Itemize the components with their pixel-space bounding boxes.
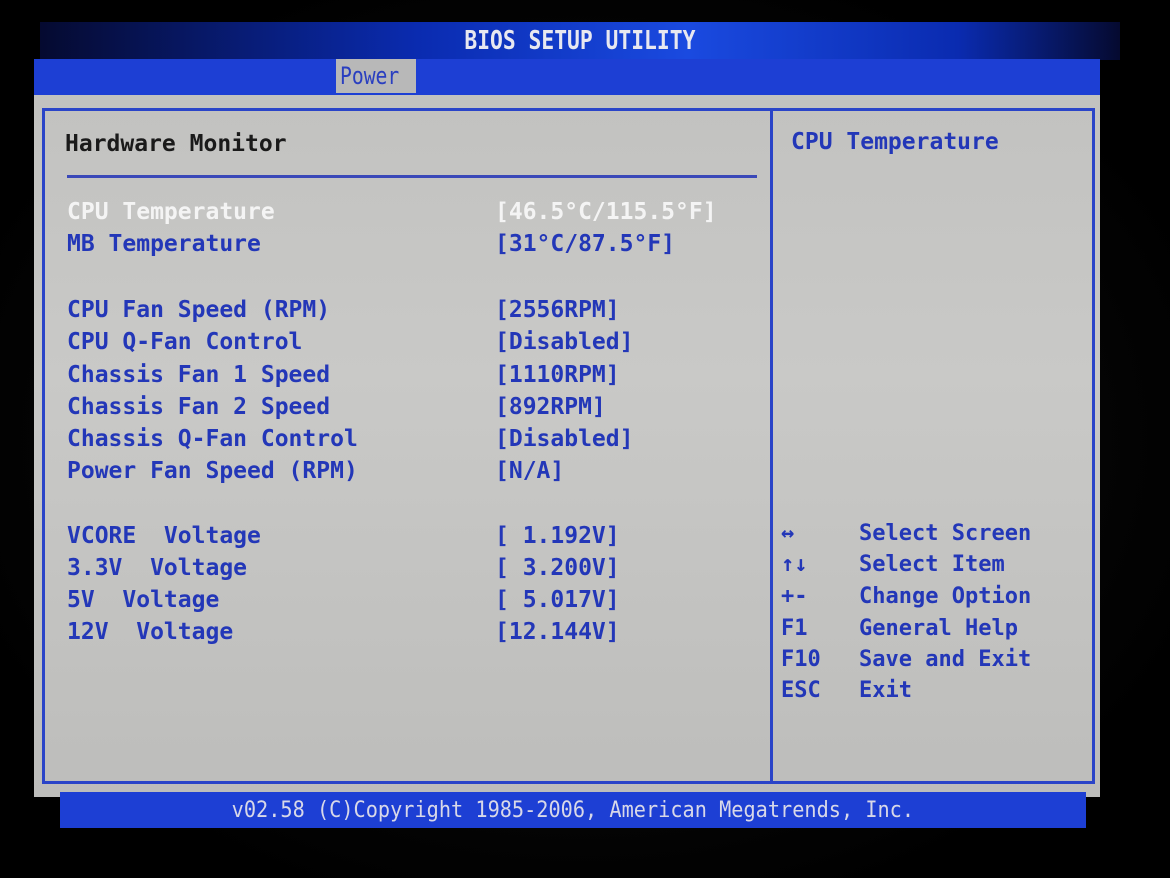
- setting-label: Chassis Q-Fan Control: [67, 426, 358, 452]
- key-hint-desc: Select Screen: [859, 521, 1032, 546]
- key-hint-desc: Change Option: [859, 584, 1032, 609]
- setting-row-chassis-fan-1-speed[interactable]: Chassis Fan 1 Speed [1110RPM]: [45, 362, 765, 394]
- menu-bar: Power: [34, 59, 1100, 95]
- setting-row-3v3-voltage[interactable]: 3.3V Voltage [ 3.200V]: [45, 555, 765, 587]
- key-esc: ESC: [781, 678, 821, 703]
- setting-label: Chassis Fan 1 Speed: [67, 362, 331, 388]
- help-panel: CPU Temperature ↔ Select Screen ↑↓ Selec…: [770, 108, 1095, 784]
- section-divider: [67, 175, 757, 178]
- setting-row-5v-voltage[interactable]: 5V Voltage [ 5.017V]: [45, 587, 765, 619]
- setting-row-vcore-voltage[interactable]: VCORE Voltage [ 1.192V]: [45, 523, 765, 555]
- setting-value: [2556RPM]: [495, 297, 620, 323]
- setting-value: [ 1.192V]: [495, 523, 620, 549]
- help-title: CPU Temperature: [791, 129, 999, 155]
- title-bar: BIOS SETUP UTILITY: [40, 22, 1120, 60]
- app-title: BIOS SETUP UTILITY: [464, 26, 696, 56]
- up-down-arrow-icon: ↑↓: [781, 552, 808, 577]
- setting-label: Chassis Fan 2 Speed: [67, 394, 331, 420]
- setting-label: CPU Temperature: [67, 199, 275, 225]
- hardware-monitor-panel: Hardware Monitor CPU Temperature [46.5°C…: [42, 108, 770, 784]
- section-title: Hardware Monitor: [65, 131, 287, 157]
- key-hint-change-option: +- Change Option: [781, 584, 1091, 614]
- key-hint-exit: ESC Exit: [781, 678, 1091, 708]
- setting-value: [31°C/87.5°F]: [495, 231, 676, 257]
- key-hint-desc: Exit: [859, 678, 912, 703]
- key-hint-desc: Save and Exit: [859, 647, 1032, 672]
- setting-label: Power Fan Speed (RPM): [67, 458, 358, 484]
- setting-label: VCORE Voltage: [67, 523, 261, 549]
- tab-power[interactable]: Power: [336, 59, 417, 93]
- key-hint-general-help: F1 General Help: [781, 616, 1091, 646]
- setting-value: [N/A]: [495, 458, 565, 484]
- setting-value: [1110RPM]: [495, 362, 620, 388]
- setting-value: [12.144V]: [495, 619, 620, 645]
- key-f1: F1: [781, 616, 808, 641]
- setting-value[interactable]: [Disabled]: [495, 329, 633, 355]
- setting-value: [46.5°C/115.5°F]: [495, 199, 717, 225]
- key-hint-select-screen: ↔ Select Screen: [781, 521, 1091, 551]
- key-hint-select-item: ↑↓ Select Item: [781, 552, 1091, 582]
- setting-label: CPU Fan Speed (RPM): [67, 297, 331, 323]
- setting-row-power-fan-speed[interactable]: Power Fan Speed (RPM) [N/A]: [45, 458, 765, 490]
- setting-row-cpu-temperature[interactable]: CPU Temperature [46.5°C/115.5°F]: [45, 199, 765, 231]
- key-hint-desc: General Help: [859, 616, 1018, 641]
- bios-screen: BIOS SETUP UTILITY Power Hardware Monito…: [0, 0, 1170, 878]
- setting-value[interactable]: [Disabled]: [495, 426, 633, 452]
- setting-value: [ 5.017V]: [495, 587, 620, 613]
- left-right-arrow-icon: ↔: [781, 521, 795, 546]
- setting-row-cpu-q-fan-control[interactable]: CPU Q-Fan Control [Disabled]: [45, 329, 765, 361]
- footer-bar: v02.58 (C)Copyright 1985-2006, American …: [60, 792, 1086, 828]
- key-f10: F10: [781, 647, 821, 672]
- setting-row-chassis-q-fan-control[interactable]: Chassis Q-Fan Control [Disabled]: [45, 426, 765, 458]
- setting-label: 5V Voltage: [67, 587, 220, 613]
- setting-label: CPU Q-Fan Control: [67, 329, 303, 355]
- setting-row-cpu-fan-speed[interactable]: CPU Fan Speed (RPM) [2556RPM]: [45, 297, 765, 329]
- plus-minus-icon: +-: [781, 584, 808, 609]
- key-hint-desc: Select Item: [859, 552, 1005, 577]
- setting-row-chassis-fan-2-speed[interactable]: Chassis Fan 2 Speed [892RPM]: [45, 394, 765, 426]
- copyright-text: v02.58 (C)Copyright 1985-2006, American …: [231, 797, 915, 823]
- setting-value: [ 3.200V]: [495, 555, 620, 581]
- setting-row-12v-voltage[interactable]: 12V Voltage [12.144V]: [45, 619, 765, 651]
- setting-label: 12V Voltage: [67, 619, 234, 645]
- setting-value: [892RPM]: [495, 394, 606, 420]
- key-hint-save-exit: F10 Save and Exit: [781, 647, 1091, 677]
- setting-row-mb-temperature[interactable]: MB Temperature [31°C/87.5°F]: [45, 231, 765, 263]
- setting-label: MB Temperature: [67, 231, 261, 257]
- setting-label: 3.3V Voltage: [67, 555, 248, 581]
